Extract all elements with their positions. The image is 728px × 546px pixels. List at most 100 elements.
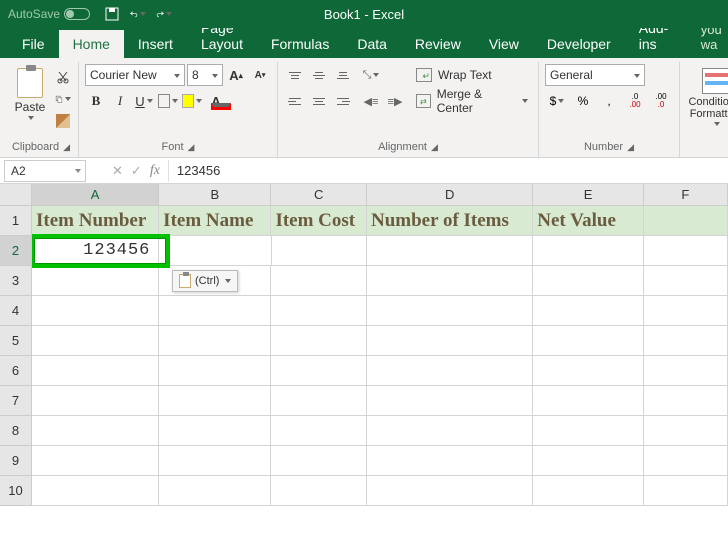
fill-color-button[interactable] [181, 90, 203, 112]
enter-formula-button[interactable]: ✓ [131, 163, 142, 179]
decrease-decimal-button[interactable]: .00.0 [649, 90, 673, 112]
select-all-corner[interactable] [0, 184, 32, 206]
cell-a3[interactable] [32, 266, 159, 296]
col-header-c[interactable]: C [271, 184, 366, 206]
decrease-indent-button[interactable]: ◀≡ [360, 90, 382, 112]
cell-a5[interactable] [32, 326, 159, 356]
cell-f2[interactable] [644, 236, 728, 266]
cell-b4[interactable] [159, 296, 271, 326]
tab-formulas[interactable]: Formulas [257, 30, 343, 58]
formula-input[interactable] [168, 160, 728, 182]
align-right-button[interactable] [332, 90, 354, 112]
undo-icon[interactable] [130, 6, 146, 22]
cell-b5[interactable] [159, 326, 271, 356]
cell-a4[interactable] [32, 296, 159, 326]
col-header-a[interactable]: A [32, 184, 159, 206]
percent-format-button[interactable]: % [571, 90, 595, 112]
cell-d7[interactable] [367, 386, 533, 416]
number-dialog-launcher[interactable]: ◢ [627, 142, 634, 153]
cell-e5[interactable] [533, 326, 643, 356]
cell-d3[interactable] [367, 266, 533, 296]
col-header-b[interactable]: B [159, 184, 271, 206]
cell-f7[interactable] [644, 386, 728, 416]
cell-c7[interactable] [271, 386, 367, 416]
cell-e7[interactable] [533, 386, 643, 416]
cell-e9[interactable] [533, 446, 643, 476]
cell-d8[interactable] [367, 416, 533, 446]
redo-icon[interactable] [156, 6, 172, 22]
tab-data[interactable]: Data [343, 30, 401, 58]
cell-d6[interactable] [367, 356, 533, 386]
format-painter-button[interactable] [54, 112, 72, 130]
col-header-d[interactable]: D [367, 184, 533, 206]
font-size-combo[interactable]: 8 [187, 64, 223, 86]
cell-d9[interactable] [367, 446, 533, 476]
tab-developer[interactable]: Developer [533, 30, 625, 58]
row-header-5[interactable]: 5 [0, 326, 32, 356]
cell-f3[interactable] [644, 266, 728, 296]
comma-format-button[interactable]: , [597, 90, 621, 112]
cell-b9[interactable] [159, 446, 271, 476]
tab-insert[interactable]: Insert [124, 30, 187, 58]
bold-button[interactable]: B [85, 90, 107, 112]
cell-c6[interactable] [271, 356, 367, 386]
alignment-dialog-launcher[interactable]: ◢ [431, 142, 438, 153]
row-header-4[interactable]: 4 [0, 296, 32, 326]
cell-b10[interactable] [159, 476, 271, 506]
accounting-format-button[interactable]: $ [545, 90, 569, 112]
cell-f6[interactable] [644, 356, 728, 386]
clipboard-dialog-launcher[interactable]: ◢ [63, 142, 70, 153]
cell-f10[interactable] [644, 476, 728, 506]
cancel-formula-button[interactable]: ✕ [112, 163, 123, 179]
cell-f9[interactable] [644, 446, 728, 476]
wrap-text-button[interactable]: Wrap Text [412, 64, 532, 86]
font-name-combo[interactable]: Courier New [85, 64, 185, 86]
cell-b6[interactable] [159, 356, 271, 386]
name-box[interactable]: A2 [4, 160, 86, 182]
cell-a9[interactable] [32, 446, 159, 476]
cell-c5[interactable] [271, 326, 367, 356]
tab-file[interactable]: File [8, 30, 59, 58]
merge-center-button[interactable]: ⇄ Merge & Center [412, 90, 532, 112]
cell-d10[interactable] [367, 476, 533, 506]
cell-c10[interactable] [271, 476, 367, 506]
border-button[interactable] [157, 90, 179, 112]
row-header-9[interactable]: 9 [0, 446, 32, 476]
cut-button[interactable] [54, 68, 72, 86]
row-header-6[interactable]: 6 [0, 356, 32, 386]
cell-d1[interactable]: Number of Items [367, 206, 533, 236]
autosave-toggle[interactable]: AutoSave [8, 7, 90, 21]
cell-c1[interactable]: Item Cost [271, 206, 367, 236]
paste-options-button[interactable]: (Ctrl) [172, 270, 238, 292]
underline-button[interactable]: U [133, 90, 155, 112]
row-header-8[interactable]: 8 [0, 416, 32, 446]
increase-font-button[interactable]: A▴ [225, 64, 247, 86]
tab-home[interactable]: Home [59, 30, 124, 58]
cell-c3[interactable] [271, 266, 367, 296]
orientation-button[interactable]: ⤡ [360, 64, 382, 86]
font-dialog-launcher[interactable]: ◢ [188, 142, 195, 153]
cell-e8[interactable] [533, 416, 643, 446]
cell-f1[interactable] [644, 206, 728, 236]
cell-a7[interactable] [32, 386, 159, 416]
cell-c4[interactable] [271, 296, 367, 326]
cell-a10[interactable] [32, 476, 159, 506]
italic-button[interactable]: I [109, 90, 131, 112]
tab-view[interactable]: View [475, 30, 533, 58]
cell-c2[interactable] [272, 236, 368, 266]
paste-button[interactable]: Paste [10, 64, 50, 130]
tab-review[interactable]: Review [401, 30, 475, 58]
row-header-1[interactable]: 1 [0, 206, 32, 236]
cell-a1[interactable]: Item Number [32, 206, 159, 236]
align-middle-button[interactable] [308, 64, 330, 86]
cell-e2[interactable] [533, 236, 643, 266]
row-header-7[interactable]: 7 [0, 386, 32, 416]
align-bottom-button[interactable] [332, 64, 354, 86]
number-format-combo[interactable]: General [545, 64, 645, 86]
align-left-button[interactable] [284, 90, 306, 112]
align-top-button[interactable] [284, 64, 306, 86]
cell-c9[interactable] [271, 446, 367, 476]
col-header-f[interactable]: F [644, 184, 728, 206]
row-header-10[interactable]: 10 [0, 476, 32, 506]
cell-d2[interactable] [367, 236, 533, 266]
